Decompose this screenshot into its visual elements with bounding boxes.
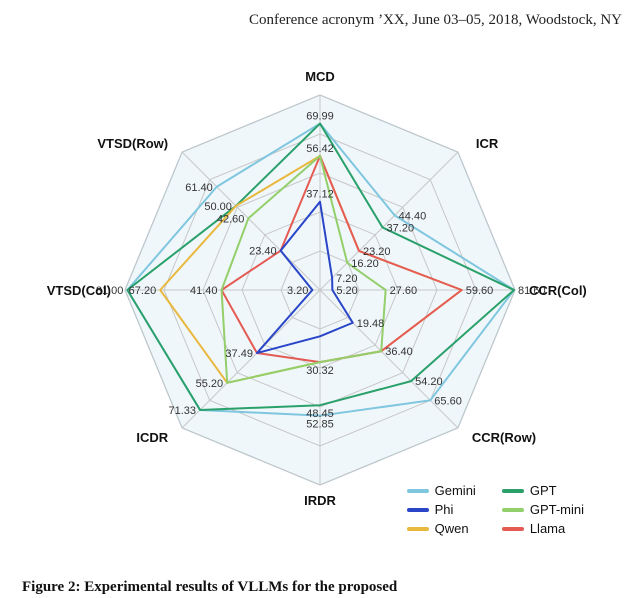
tick-label: 71.33 bbox=[169, 405, 197, 417]
tick-label: 52.85 bbox=[306, 419, 334, 431]
tick-label: 67.20 bbox=[129, 285, 157, 297]
tick-label: 50.00 bbox=[204, 201, 232, 213]
tick-label: 16.20 bbox=[351, 258, 379, 270]
legend-label: Gemini bbox=[435, 483, 476, 498]
tick-label: 56.42 bbox=[306, 143, 334, 155]
tick-label: 41.40 bbox=[190, 285, 218, 297]
tick-label: 23.40 bbox=[249, 246, 277, 258]
axis-label-icr: ICR bbox=[476, 136, 499, 151]
legend-swatch bbox=[502, 508, 524, 512]
tick-label: 7.20 bbox=[336, 273, 357, 285]
tick-label: 23.20 bbox=[363, 246, 391, 258]
legend-label: GPT-mini bbox=[530, 502, 584, 517]
figure-caption: Figure 2: Experimental results of VLLMs … bbox=[22, 579, 397, 596]
axis-label-vtsd-col-: VTSD(Col) bbox=[47, 283, 111, 298]
tick-label: 37.49 bbox=[225, 348, 253, 360]
tick-label: 19.48 bbox=[357, 318, 385, 330]
tick-label: 65.60 bbox=[434, 395, 462, 407]
tick-label: 59.60 bbox=[466, 285, 494, 297]
legend-swatch bbox=[407, 489, 429, 493]
legend-label: Qwen bbox=[435, 521, 469, 536]
legend-item-qwen: Qwen bbox=[407, 521, 476, 536]
legend-item-gpt: GPT bbox=[502, 483, 584, 498]
tick-label: 54.20 bbox=[415, 376, 443, 388]
tick-label: 61.40 bbox=[185, 182, 213, 194]
axis-label-vtsd-row-: VTSD(Row) bbox=[97, 136, 168, 151]
legend-swatch bbox=[407, 527, 429, 531]
tick-label: 30.32 bbox=[306, 365, 334, 377]
legend-item-phi: Phi bbox=[407, 502, 476, 517]
axis-label-ccr-row-: CCR(Row) bbox=[472, 430, 536, 445]
tick-label: 48.45 bbox=[306, 408, 334, 420]
axis-label-ccr-col-: CCR(Col) bbox=[529, 283, 587, 298]
tick-label: 3.20 bbox=[287, 285, 308, 297]
legend-item-gemini: Gemini bbox=[407, 483, 476, 498]
axis-label-icdr: ICDR bbox=[136, 430, 168, 445]
tick-label: 55.20 bbox=[196, 378, 224, 390]
tick-label: 37.12 bbox=[306, 189, 334, 201]
legend-label: Llama bbox=[530, 521, 565, 536]
tick-label: 37.20 bbox=[387, 222, 415, 234]
axis-label-mcd: MCD bbox=[305, 69, 335, 84]
legend-label: GPT bbox=[530, 483, 557, 498]
axis-label-irdr: IRDR bbox=[304, 493, 336, 508]
legend-swatch bbox=[502, 489, 524, 493]
tick-label: 5.20 bbox=[336, 285, 357, 297]
legend-label: Phi bbox=[435, 502, 454, 517]
tick-label: 27.60 bbox=[390, 285, 418, 297]
radar-svg: 69.9956.4237.1244.4037.2023.2016.207.208… bbox=[20, 40, 620, 550]
conference-header: Conference acronym ’XX, June 03–05, 2018… bbox=[0, 12, 622, 29]
tick-label: 44.40 bbox=[399, 210, 427, 222]
legend-swatch bbox=[502, 527, 524, 531]
legend-item-gpt-mini: GPT-mini bbox=[502, 502, 584, 517]
legend-swatch bbox=[407, 508, 429, 512]
tick-label: 36.40 bbox=[385, 346, 413, 358]
radar-chart: 69.9956.4237.1244.4037.2023.2016.207.208… bbox=[20, 40, 620, 550]
tick-label: 42.60 bbox=[217, 213, 245, 225]
legend-item-llama: Llama bbox=[502, 521, 584, 536]
tick-label: 69.99 bbox=[306, 111, 334, 123]
legend: Gemini GPT Phi GPT-mini Qwen Llama bbox=[401, 479, 590, 540]
